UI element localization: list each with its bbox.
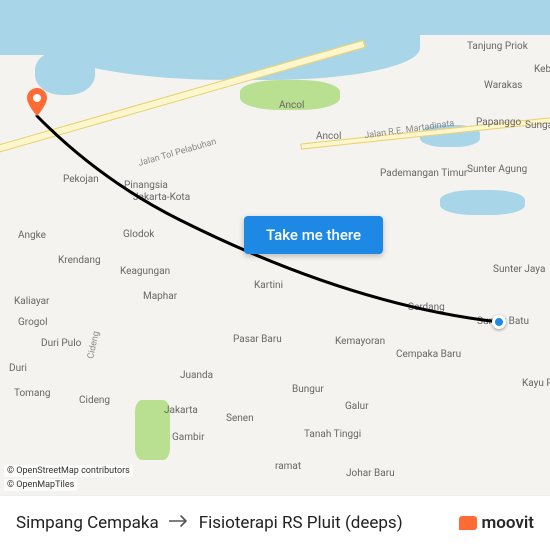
district-label: Kaliayar xyxy=(14,296,49,307)
district-label: ramat xyxy=(275,461,301,472)
district-label: Keagungan xyxy=(120,266,170,277)
district-label: Jakarta-Kota xyxy=(133,192,190,203)
district-label: Sunter Jaya xyxy=(493,264,545,275)
take-me-there-button[interactable]: Take me there xyxy=(244,216,383,254)
district-label: Grogol xyxy=(18,317,48,328)
district-label: Sungai B xyxy=(525,120,550,131)
moovit-bubble-icon xyxy=(459,516,477,530)
district-label: Johar Baru xyxy=(346,468,395,479)
district-label: Ancol xyxy=(279,100,304,111)
district-label: Tanjung Priok xyxy=(467,41,528,52)
attribution-tiles: © OpenMapTiles xyxy=(4,479,77,491)
district-label: Cempaka Baru xyxy=(396,349,461,360)
district-label: Tanah Tinggi xyxy=(304,429,361,440)
water-east xyxy=(400,0,550,35)
district-label: Kebo xyxy=(534,64,550,75)
arrow-right-icon xyxy=(169,513,189,533)
district-label: Pademangan Timur xyxy=(380,168,467,179)
district-label: Cideng xyxy=(79,395,110,406)
moovit-brand-text: moovit xyxy=(481,513,534,533)
district-label: Krendang xyxy=(58,255,101,266)
district-label: Angke xyxy=(18,230,46,241)
district-label: Serdang xyxy=(408,302,445,313)
marker-origin[interactable] xyxy=(492,315,506,329)
road-label: Cideng xyxy=(86,330,102,359)
route-summary-bar: Simpang Cempaka Fisioterapi RS Pluit (de… xyxy=(0,495,550,550)
district-label: Pinangsia xyxy=(124,180,168,191)
district-label: Glodok xyxy=(123,229,154,240)
district-label: Warakas xyxy=(484,80,522,91)
district-label: Duri Pulo xyxy=(41,338,81,349)
moovit-logo[interactable]: moovit xyxy=(459,513,534,533)
attribution-osm: © OpenStreetMap contributors xyxy=(4,465,133,477)
district-label: Tomang xyxy=(14,388,51,399)
district-label: Kartini xyxy=(254,280,283,291)
route-destination-label: Fisioterapi RS Pluit (deeps) xyxy=(199,513,403,533)
water-sunter xyxy=(440,190,525,215)
district-label: Ancol xyxy=(316,131,341,142)
route-text: Simpang Cempaka Fisioterapi RS Pluit (de… xyxy=(16,513,447,533)
road-label: Jalan Tol Pelabuhan xyxy=(137,137,217,169)
district-label: Papanggo xyxy=(476,117,521,128)
district-label: Galur xyxy=(345,401,369,412)
district-label: Bungur xyxy=(292,384,324,395)
route-origin-label: Simpang Cempaka xyxy=(16,513,159,533)
district-label: Pekojan xyxy=(63,174,99,185)
water-coast xyxy=(0,0,90,55)
map-viewport[interactable]: Tanjung Priok Warakas Kebo Papanggo Sungai B… xyxy=(0,0,550,495)
district-label: Jakarta xyxy=(164,405,198,416)
district-label: Juanda xyxy=(180,370,213,381)
marker-destination[interactable] xyxy=(27,88,47,116)
district-label: Sunter Agung xyxy=(467,164,527,175)
district-label: Kemayoran xyxy=(335,336,385,347)
district-label: Maphar xyxy=(143,291,177,302)
district-label: Senen xyxy=(226,413,254,424)
district-label: Duri xyxy=(9,363,27,374)
district-label: Pasar Baru xyxy=(233,334,282,345)
district-label: Kayu Put xyxy=(522,378,550,389)
district-label: Gambir xyxy=(172,432,204,443)
